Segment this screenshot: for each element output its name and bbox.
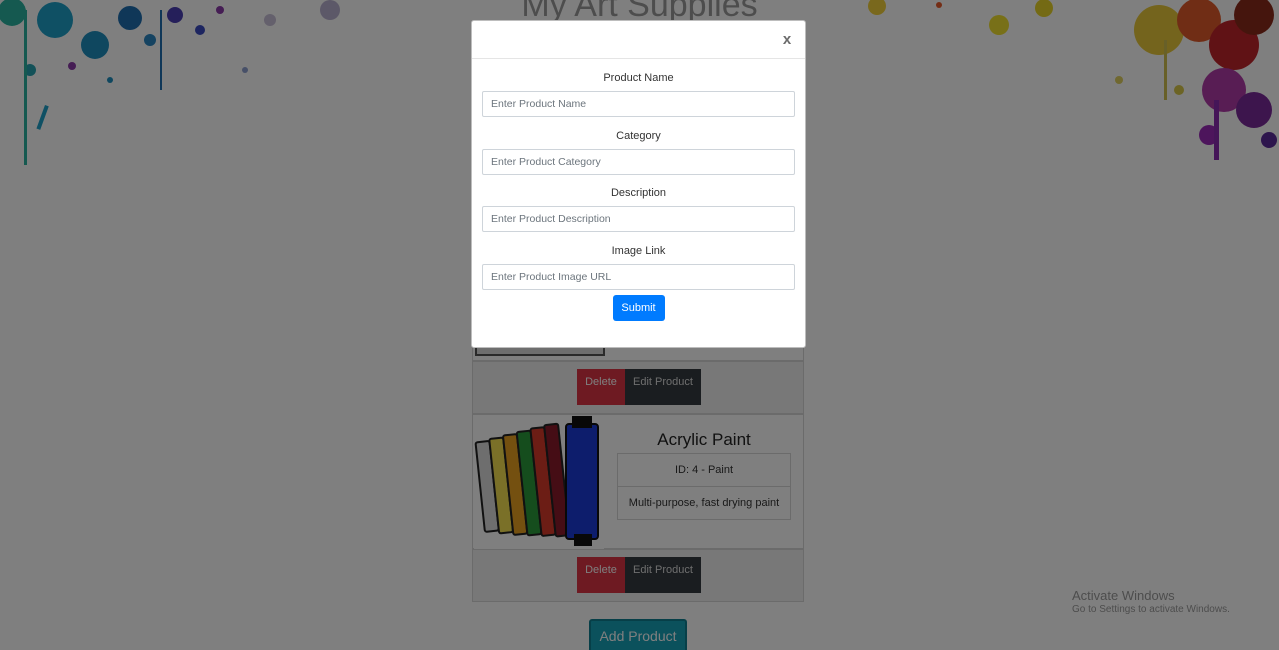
category-label: Category: [616, 129, 661, 142]
modal-header: x: [472, 21, 805, 59]
image-link-label: Image Link: [611, 244, 666, 257]
add-product-form: Product Name Category Description Image …: [472, 59, 805, 321]
close-icon[interactable]: x: [780, 31, 794, 49]
add-product-modal: x Product Name Category Description Imag…: [471, 20, 806, 348]
image-link-field: Image Link: [482, 232, 795, 290]
product-name-label: Product Name: [603, 72, 674, 84]
product-name-input[interactable]: [482, 91, 795, 117]
category-input[interactable]: [482, 148, 795, 175]
product-name-field: Product Name: [482, 59, 795, 117]
description-label: Description: [610, 187, 667, 199]
image-link-input[interactable]: [482, 263, 795, 290]
submit-button[interactable]: Submit: [612, 295, 665, 321]
description-input[interactable]: [482, 206, 795, 232]
description-field: Description: [482, 174, 795, 232]
category-field: Category: [482, 117, 795, 175]
